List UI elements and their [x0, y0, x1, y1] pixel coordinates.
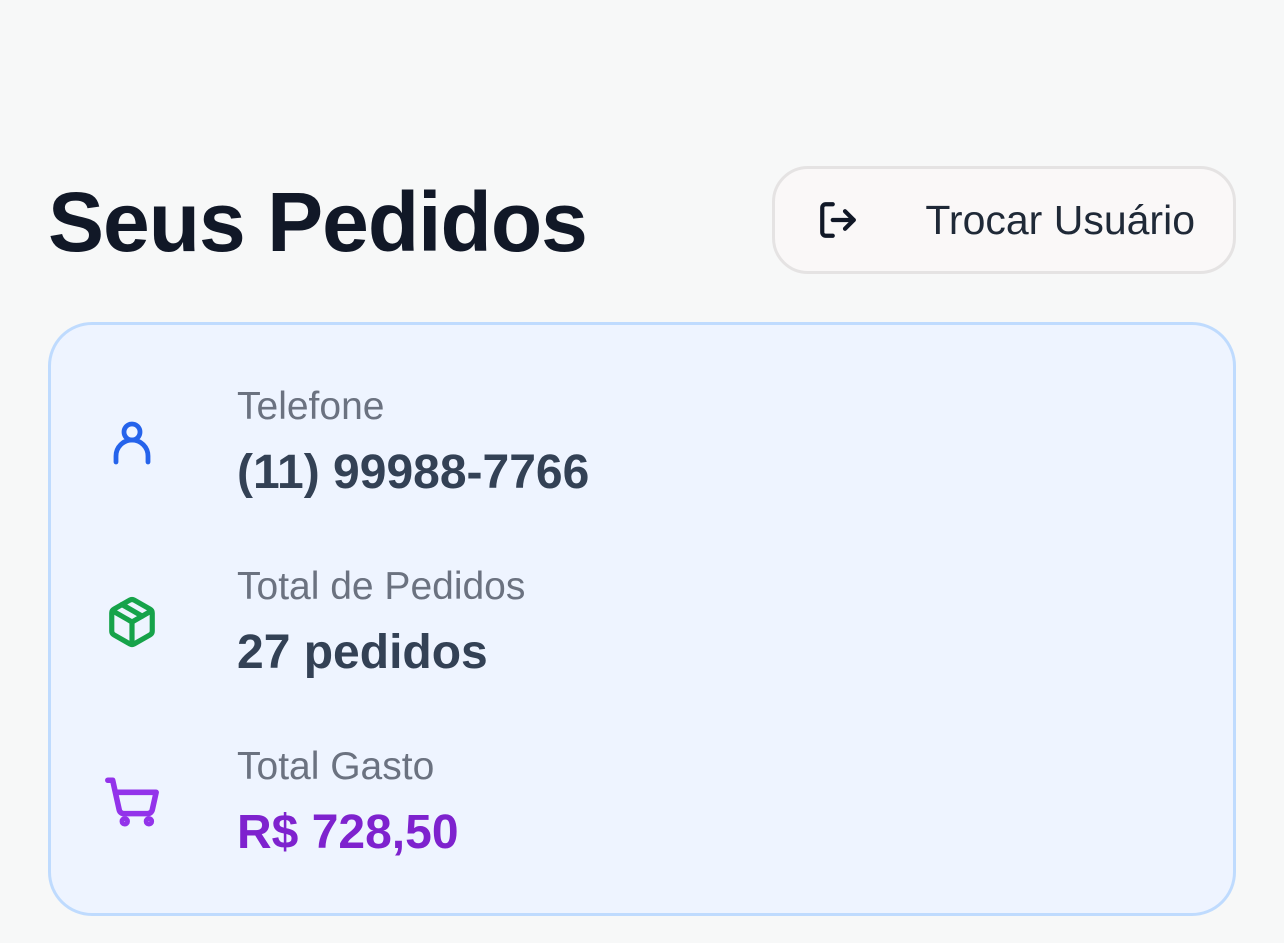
- phone-summary-text: Telefone (11) 99988-7766: [237, 383, 589, 501]
- package-icon: [103, 593, 161, 651]
- orders-summary-text: Total de Pedidos 27 pedidos: [237, 563, 525, 681]
- shopping-cart-icon: [103, 773, 161, 831]
- orders-value: 27 pedidos: [237, 626, 488, 679]
- spent-label: Total Gasto: [237, 745, 435, 788]
- phone-label: Telefone: [237, 385, 385, 428]
- spent-value: R$ 728,50: [237, 806, 459, 859]
- orders-label: Total de Pedidos: [237, 565, 526, 608]
- orders-summary-row: Total de Pedidos 27 pedidos: [103, 563, 1181, 681]
- log-out-icon: [817, 199, 859, 241]
- switch-user-label: Trocar Usuário: [925, 196, 1195, 243]
- phone-summary-row: Telefone (11) 99988-7766: [103, 383, 1181, 501]
- order-summary-card: Telefone (11) 99988-7766 Total de Pedido…: [48, 322, 1236, 916]
- page-header: Seus Pedidos Trocar Usuário: [48, 166, 1236, 274]
- phone-value: (11) 99988-7766: [237, 446, 590, 499]
- page-title: Seus Pedidos: [48, 175, 588, 269]
- spent-summary-row: Total Gasto R$ 728,50: [103, 743, 1181, 861]
- switch-user-button[interactable]: Trocar Usuário: [772, 166, 1236, 274]
- user-icon: [103, 413, 161, 471]
- spent-summary-text: Total Gasto R$ 728,50: [237, 743, 459, 861]
